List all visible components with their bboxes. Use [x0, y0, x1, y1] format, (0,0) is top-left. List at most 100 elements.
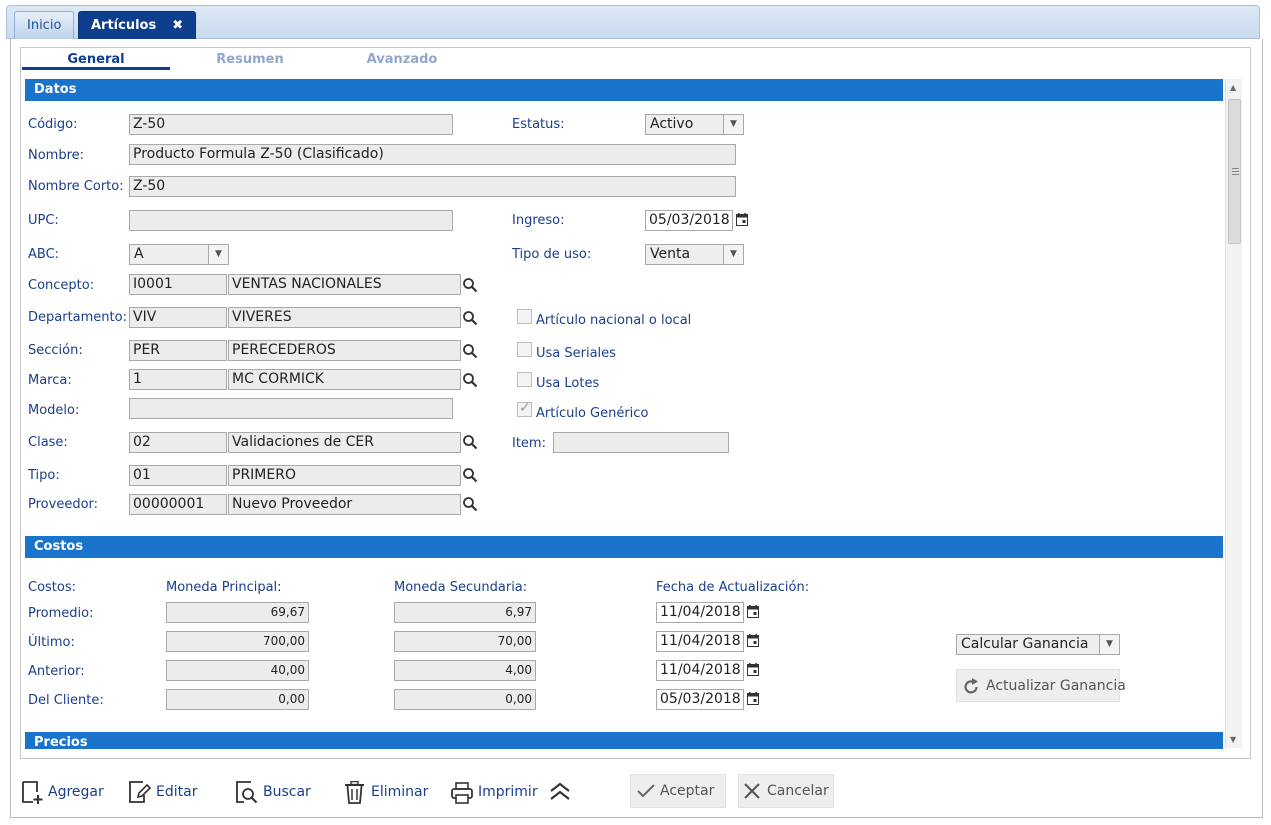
generic-checkbox[interactable]: [517, 400, 532, 417]
accept-button[interactable]: Aceptar: [630, 774, 726, 808]
code-field[interactable]: Z-50: [129, 114, 453, 135]
tab-articulos[interactable]: Artículos ✖: [78, 11, 197, 40]
name-label: Nombre:: [28, 148, 85, 163]
main-currency-field[interactable]: 40,00: [166, 660, 309, 681]
update-profit-button[interactable]: Actualizar Ganancia: [956, 669, 1126, 702]
section-desc-field[interactable]: PERECEDEROS: [228, 340, 461, 361]
calendar-icon[interactable]: [747, 634, 759, 647]
concept-label: Concepto:: [28, 278, 95, 293]
close-icon[interactable]: ✖: [172, 18, 183, 33]
generic-checkbox-label: Artículo Genérico: [536, 406, 649, 421]
add-button[interactable]: Agregar: [22, 776, 112, 808]
main-currency-header: Moneda Principal:: [166, 580, 282, 595]
search-label: Buscar: [263, 784, 311, 800]
subtab-general[interactable]: General: [22, 52, 170, 70]
print-label: Imprimir: [478, 784, 538, 800]
supplier-desc-field[interactable]: Nuevo Proveedor: [228, 494, 461, 515]
add-label: Agregar: [48, 784, 104, 800]
model-field[interactable]: [129, 398, 453, 419]
type-code-field[interactable]: 01: [129, 465, 227, 486]
scroll-down-icon[interactable]: ▼: [1230, 735, 1236, 744]
entry-label: Ingreso:: [512, 213, 565, 228]
status-select[interactable]: Activo ▼: [645, 114, 744, 135]
search-button[interactable]: Buscar: [236, 776, 321, 808]
class-desc-field[interactable]: Validaciones de CER: [228, 432, 461, 453]
print-button[interactable]: Imprimir: [451, 776, 543, 808]
short-name-field[interactable]: Z-50: [129, 176, 736, 197]
refresh-icon: [964, 678, 978, 694]
main-currency-field[interactable]: 700,00: [166, 631, 309, 652]
search-icon[interactable]: [462, 277, 478, 293]
calc-profit-select[interactable]: Calcular Ganancia ▼: [956, 634, 1120, 655]
section-datos-header: Datos: [25, 79, 1223, 101]
secondary-currency-field[interactable]: 6,97: [394, 602, 536, 623]
concept-code-field[interactable]: I0001: [129, 274, 227, 295]
class-label: Clase:: [28, 435, 68, 450]
edit-button[interactable]: Editar: [129, 776, 209, 808]
lots-checkbox-label: Usa Lotes: [536, 376, 600, 391]
section-precios-header: Precios: [25, 732, 1223, 749]
cost-row-label: Del Cliente:: [28, 693, 104, 708]
status-label: Estatus:: [512, 117, 565, 132]
secondary-currency-field[interactable]: 70,00: [394, 631, 536, 652]
delete-button[interactable]: Eliminar: [344, 776, 434, 808]
supplier-code-field[interactable]: 00000001: [129, 494, 227, 515]
chevron-down-icon: ▼: [723, 245, 743, 264]
lots-checkbox[interactable]: [517, 372, 532, 387]
entry-date-field[interactable]: 05/03/2018: [645, 210, 733, 231]
search-icon[interactable]: [462, 372, 478, 388]
update-date-field[interactable]: 11/04/2018: [656, 631, 744, 652]
brand-code-field[interactable]: 1: [129, 369, 227, 390]
department-desc-field[interactable]: VIVERES: [228, 307, 461, 328]
search-icon[interactable]: [462, 496, 478, 512]
abc-select[interactable]: A ▼: [129, 244, 229, 265]
search-icon[interactable]: [462, 343, 478, 359]
vertical-scrollbar[interactable]: ▲ ▼: [1225, 79, 1242, 748]
scroll-up-icon[interactable]: ▲: [1230, 83, 1236, 92]
use-type-select[interactable]: Venta ▼: [645, 244, 744, 265]
status-value: Activo: [650, 116, 694, 132]
code-label: Código:: [28, 117, 78, 132]
collapse-chevrons-icon[interactable]: [549, 782, 571, 802]
cost-row-label: Promedio:: [28, 606, 94, 621]
national-checkbox[interactable]: [517, 309, 532, 324]
top-tab-bar: Inicio Artículos ✖: [6, 5, 1260, 40]
update-profit-label: Actualizar Ganancia: [986, 678, 1126, 694]
calendar-icon[interactable]: [747, 692, 759, 705]
update-date-field[interactable]: 11/04/2018: [656, 660, 744, 681]
class-code-field[interactable]: 02: [129, 432, 227, 453]
delete-label: Eliminar: [371, 784, 429, 800]
department-code-field[interactable]: VIV: [129, 307, 227, 328]
main-currency-field[interactable]: 0,00: [166, 689, 309, 710]
search-icon[interactable]: [462, 310, 478, 326]
search-icon[interactable]: [462, 467, 478, 483]
section-code-field[interactable]: PER: [129, 340, 227, 361]
update-date-field[interactable]: 11/04/2018: [656, 602, 744, 623]
upc-field[interactable]: [129, 210, 453, 231]
secondary-currency-field[interactable]: 4,00: [394, 660, 536, 681]
update-date-field[interactable]: 05/03/2018: [656, 689, 744, 710]
item-field[interactable]: [553, 432, 729, 453]
add-document-icon: [22, 781, 43, 804]
concept-desc-field[interactable]: VENTAS NACIONALES: [228, 274, 461, 295]
subtab-avanzado[interactable]: Avanzado: [328, 52, 476, 70]
item-label: Item:: [512, 436, 546, 451]
chevron-down-icon: ▼: [723, 115, 743, 134]
calendar-icon[interactable]: [747, 605, 759, 618]
national-checkbox-label: Artículo nacional o local: [536, 313, 692, 328]
main-currency-field[interactable]: 69,67: [166, 602, 309, 623]
scrollbar-thumb[interactable]: [1228, 99, 1241, 244]
serials-checkbox[interactable]: [517, 342, 532, 357]
calendar-icon[interactable]: [747, 663, 759, 676]
subtab-resumen[interactable]: Resumen: [176, 52, 324, 70]
cost-row-label: Anterior:: [28, 664, 85, 679]
cancel-button[interactable]: Cancelar: [738, 774, 834, 808]
secondary-currency-field[interactable]: 0,00: [394, 689, 536, 710]
calendar-icon[interactable]: [736, 213, 748, 226]
section-label: Sección:: [28, 343, 83, 358]
brand-desc-field[interactable]: MC CORMICK: [228, 369, 461, 390]
name-field[interactable]: Producto Formula Z-50 (Clasificado): [129, 144, 736, 165]
type-desc-field[interactable]: PRIMERO: [228, 465, 461, 486]
search-icon[interactable]: [462, 434, 478, 450]
tab-inicio[interactable]: Inicio: [14, 11, 75, 40]
